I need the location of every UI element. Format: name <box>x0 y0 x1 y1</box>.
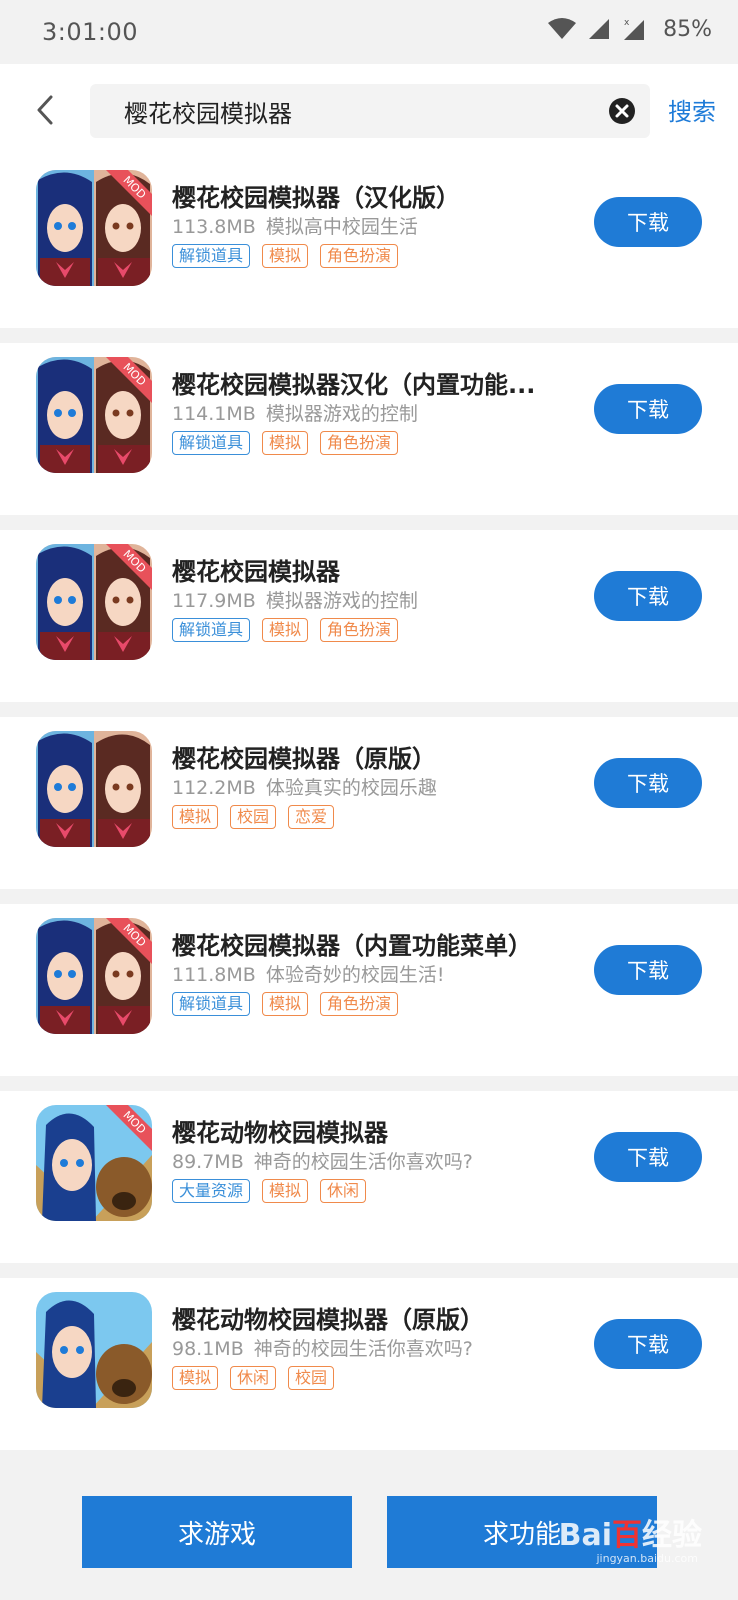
app-description: 神奇的校园生活你喜欢吗? <box>253 1338 473 1360</box>
app-description: 体验奇妙的校园生活! <box>265 964 445 986</box>
download-button[interactable]: 下载 <box>594 945 702 995</box>
app-card[interactable]: MOD 樱花校园模拟器 117.9MB 模拟器游戏的控制 解锁道具 模拟 角色扮演 下载 <box>0 530 738 702</box>
svg-text:x: x <box>624 18 630 28</box>
app-title: 樱花校园模拟器（内置功能菜单） <box>172 932 532 960</box>
app-tag: 角色扮演 <box>320 992 399 1016</box>
app-card[interactable]: 樱花校园模拟器（原版） 112.2MB 体验真实的校园乐趣模拟 校园 恋爱 下载 <box>0 717 738 889</box>
search-input[interactable] <box>124 84 584 138</box>
download-button[interactable]: 下载 <box>594 197 702 247</box>
app-card[interactable]: MOD 樱花动物校园模拟器 89.7MB 神奇的校园生活你喜欢吗? 大量资源 模拟 休闲 下载 <box>0 1091 738 1263</box>
app-tag: 模拟 <box>262 992 309 1016</box>
app-title: 樱花校园模拟器（汉化版） <box>172 184 460 212</box>
app-meta: 117.9MB 模拟器游戏的控制 <box>172 586 418 613</box>
app-tag: 角色扮演 <box>320 618 399 642</box>
clear-circle-icon <box>609 98 635 124</box>
app-tag: 模拟 <box>262 244 309 268</box>
app-meta: 112.2MB 体验真实的校园乐趣 <box>172 773 437 800</box>
clear-search-button[interactable] <box>608 97 636 125</box>
app-size: 111.8MB <box>172 964 256 986</box>
wifi-icon <box>548 18 577 39</box>
app-tags: 模拟 校园 恋爱 <box>172 805 335 829</box>
app-size: 114.1MB <box>172 403 256 425</box>
back-button[interactable] <box>28 90 62 130</box>
app-meta: 113.8MB 模拟高中校园生活 <box>172 212 418 239</box>
app-icon[interactable]: MOD <box>36 357 152 473</box>
app-description: 神奇的校园生活你喜欢吗? <box>253 1151 473 1173</box>
app-description: 模拟高中校园生活 <box>265 216 418 238</box>
download-button[interactable]: 下载 <box>594 1132 702 1182</box>
app-tag: 模拟 <box>172 805 219 829</box>
app-card[interactable]: MOD 樱花校园模拟器（汉化版） 113.8MB 模拟高中校园生活 解锁道具 模拟 角色扮演… <box>0 156 738 328</box>
app-tags: 解锁道具 模拟 角色扮演 <box>172 431 399 455</box>
app-icon[interactable]: MOD <box>36 544 152 660</box>
app-title: 樱花动物校园模拟器 <box>172 1119 388 1147</box>
app-description: 体验真实的校园乐趣 <box>265 777 437 799</box>
app-icon[interactable]: MOD <box>36 918 152 1034</box>
app-tags: 大量资源 模拟 休闲 <box>172 1179 367 1203</box>
app-size: 112.2MB <box>172 777 256 799</box>
app-tag: 校园 <box>230 805 277 829</box>
app-tag: 休闲 <box>320 1179 367 1203</box>
app-size: 117.9MB <box>172 590 256 612</box>
download-button[interactable]: 下载 <box>594 384 702 434</box>
app-title: 樱花校园模拟器汉化（内置功能... <box>172 371 536 399</box>
app-tags: 解锁道具 模拟 角色扮演 <box>172 618 399 642</box>
watermark-logo: Bai百经验 <box>558 1518 702 1553</box>
status-time: 3:01:00 <box>42 18 139 46</box>
app-tag: 角色扮演 <box>320 431 399 455</box>
app-tag: 模拟 <box>172 1366 219 1390</box>
app-tag: 解锁道具 <box>172 618 251 642</box>
app-tag: 模拟 <box>262 431 309 455</box>
status-icons: x 85% <box>547 16 712 42</box>
app-description: 模拟器游戏的控制 <box>265 403 418 425</box>
app-icon[interactable] <box>36 1292 152 1408</box>
app-icon[interactable] <box>36 731 152 847</box>
app-meta: 114.1MB 模拟器游戏的控制 <box>172 399 418 426</box>
app-description: 模拟器游戏的控制 <box>265 590 418 612</box>
app-size: 98.1MB <box>172 1338 244 1360</box>
app-title: 樱花校园模拟器 <box>172 558 340 586</box>
app-meta: 98.1MB 神奇的校园生活你喜欢吗? <box>172 1334 473 1361</box>
download-button[interactable]: 下载 <box>594 571 702 621</box>
app-tag: 模拟 <box>262 1179 309 1203</box>
download-button[interactable]: 下载 <box>594 1319 702 1369</box>
app-card[interactable]: 樱花动物校园模拟器（原版） 98.1MB 神奇的校园生活你喜欢吗? 模拟 休闲 校园 下载 <box>0 1278 738 1450</box>
watermark-url: jingyan.baidu.com <box>596 1552 698 1565</box>
app-meta: 111.8MB 体验奇妙的校园生活! <box>172 960 444 987</box>
app-card[interactable]: MOD 樱花校园模拟器汉化（内置功能... 114.1MB 模拟器游戏的控制 解锁道具模… <box>0 343 738 515</box>
app-tag: 大量资源 <box>172 1179 251 1203</box>
search-box <box>90 84 650 138</box>
app-title: 樱花校园模拟器（原版） <box>172 745 436 773</box>
download-button[interactable]: 下载 <box>594 758 702 808</box>
app-tag: 解锁道具 <box>172 244 251 268</box>
status-bar: 3:01:00 x 85% <box>0 0 738 64</box>
app-size: 113.8MB <box>172 216 256 238</box>
app-tag: 解锁道具 <box>172 431 251 455</box>
app-tag: 恋爱 <box>288 805 335 829</box>
app-meta: 89.7MB 神奇的校园生活你喜欢吗? <box>172 1147 473 1174</box>
signal-x-icon: x <box>624 18 645 40</box>
app-icon[interactable]: MOD <box>36 170 152 286</box>
app-tags: 解锁道具 模拟 角色扮演 <box>172 244 399 268</box>
app-tag: 休闲 <box>230 1366 277 1390</box>
battery-level: 85% <box>663 16 712 42</box>
app-size: 89.7MB <box>172 1151 244 1173</box>
app-tags: 模拟 休闲 校园 <box>172 1366 335 1390</box>
signal-icon <box>589 19 610 39</box>
search-button[interactable]: 搜索 <box>668 92 716 127</box>
app-tag: 解锁道具 <box>172 992 251 1016</box>
chevron-left-icon <box>37 95 53 125</box>
app-tag: 角色扮演 <box>320 244 399 268</box>
request-game-button[interactable]: 求游戏 <box>82 1496 352 1568</box>
app-icon[interactable]: MOD <box>36 1105 152 1221</box>
app-tags: 解锁道具 模拟 角色扮演 <box>172 992 399 1016</box>
app-tag: 模拟 <box>262 618 309 642</box>
search-header: 搜索 <box>0 64 738 156</box>
app-card[interactable]: MOD 樱花校园模拟器（内置功能菜单） 111.8MB 体验奇妙的校园生活! 解锁道具模… <box>0 904 738 1076</box>
app-tag: 校园 <box>288 1366 335 1390</box>
app-title: 樱花动物校园模拟器（原版） <box>172 1306 484 1334</box>
